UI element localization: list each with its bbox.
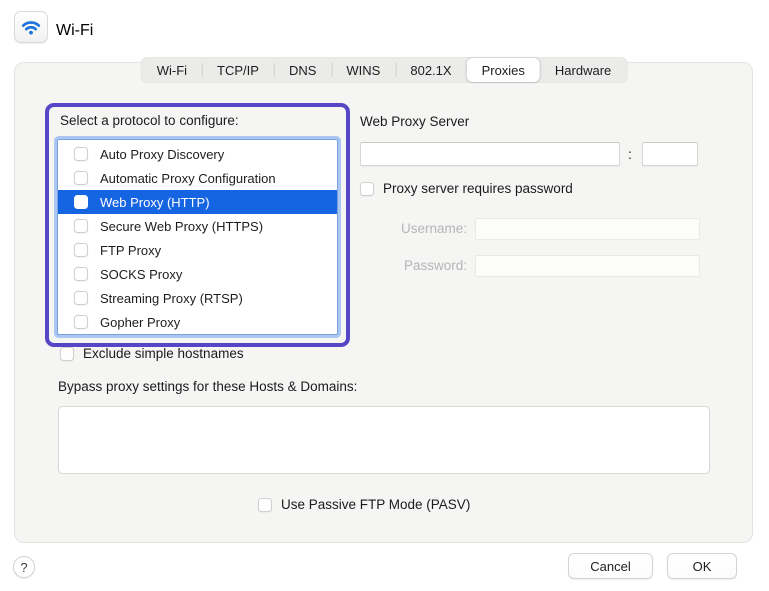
protocol-row-label: Web Proxy (HTTP)	[100, 195, 210, 210]
proxy-address-input[interactable]	[360, 142, 620, 166]
protocol-row-label: SOCKS Proxy	[100, 267, 182, 282]
checkbox-automatic-proxy-configuration[interactable]	[74, 171, 88, 185]
cancel-button[interactable]: Cancel	[568, 553, 653, 579]
username-label: Username:	[360, 221, 467, 236]
protocol-row-secure-web-proxy-https[interactable]: Secure Web Proxy (HTTPS)	[58, 214, 337, 238]
passive-ftp-row[interactable]: Use Passive FTP Mode (PASV)	[258, 497, 470, 512]
username-input	[475, 218, 700, 240]
protocol-row-label: Secure Web Proxy (HTTPS)	[100, 219, 263, 234]
checkbox-ftp-proxy[interactable]	[74, 243, 88, 257]
tab-8021x[interactable]: 802.1X	[395, 58, 466, 82]
checkbox-streaming-proxy-rtsp[interactable]	[74, 291, 88, 305]
checkbox-auto-proxy-discovery[interactable]	[74, 147, 88, 161]
protocol-row-socks-proxy[interactable]: SOCKS Proxy	[58, 262, 337, 286]
wifi-glyph	[19, 15, 43, 39]
tab-wins[interactable]: WINS	[331, 58, 395, 82]
password-label: Password:	[360, 258, 467, 273]
proxy-port-input[interactable]	[642, 142, 698, 166]
protocol-row-automatic-proxy-configuration[interactable]: Automatic Proxy Configuration	[58, 166, 337, 190]
protocol-row-label: Gopher Proxy	[100, 315, 180, 330]
requires-password-checkbox[interactable]	[360, 182, 374, 196]
ok-button[interactable]: OK	[667, 553, 737, 579]
checkbox-socks-proxy[interactable]	[74, 267, 88, 281]
wifi-icon	[14, 11, 48, 43]
exclude-hostnames-checkbox[interactable]	[60, 347, 74, 361]
protocol-row-auto-proxy-discovery[interactable]: Auto Proxy Discovery	[58, 142, 337, 166]
help-button[interactable]: ?	[13, 556, 35, 578]
protocol-row-ftp-proxy[interactable]: FTP Proxy	[58, 238, 337, 262]
protocol-row-gopher-proxy[interactable]: Gopher Proxy	[58, 310, 337, 334]
protocol-row-web-proxy-http[interactable]: Web Proxy (HTTP)	[58, 190, 337, 214]
protocol-list-label: Select a protocol to configure:	[60, 113, 239, 128]
checkbox-web-proxy-http[interactable]	[74, 195, 88, 209]
checkbox-gopher-proxy[interactable]	[74, 315, 88, 329]
tab-wifi[interactable]: Wi-Fi	[142, 58, 202, 82]
passive-ftp-checkbox[interactable]	[258, 498, 272, 512]
tab-tcpip[interactable]: TCP/IP	[202, 58, 274, 82]
passive-ftp-label: Use Passive FTP Mode (PASV)	[281, 497, 470, 512]
tab-proxies[interactable]: Proxies	[467, 58, 540, 82]
window-title: Wi-Fi	[56, 22, 93, 40]
bypass-hosts-textarea[interactable]	[58, 406, 710, 474]
checkbox-secure-web-proxy-https[interactable]	[74, 219, 88, 233]
tab-dns[interactable]: DNS	[274, 58, 331, 82]
exclude-hostnames-label: Exclude simple hostnames	[83, 346, 244, 361]
protocol-row-label: Automatic Proxy Configuration	[100, 171, 276, 186]
password-input	[475, 255, 700, 277]
protocol-list[interactable]: Auto Proxy Discovery Automatic Proxy Con…	[57, 139, 338, 335]
requires-password-row[interactable]: Proxy server requires password	[360, 181, 573, 196]
network-tabbar: Wi-Fi TCP/IP DNS WINS 802.1X Proxies Har…	[141, 57, 628, 83]
web-proxy-server-label: Web Proxy Server	[360, 114, 469, 129]
requires-password-label: Proxy server requires password	[383, 181, 573, 196]
port-separator: :	[628, 146, 632, 162]
protocol-row-label: FTP Proxy	[100, 243, 161, 258]
protocol-row-label: Auto Proxy Discovery	[100, 147, 224, 162]
bypass-label: Bypass proxy settings for these Hosts & …	[58, 379, 357, 394]
protocol-row-label: Streaming Proxy (RTSP)	[100, 291, 243, 306]
protocol-row-streaming-proxy-rtsp[interactable]: Streaming Proxy (RTSP)	[58, 286, 337, 310]
tab-hardware[interactable]: Hardware	[540, 58, 626, 82]
exclude-hostnames-row[interactable]: Exclude simple hostnames	[60, 346, 244, 361]
